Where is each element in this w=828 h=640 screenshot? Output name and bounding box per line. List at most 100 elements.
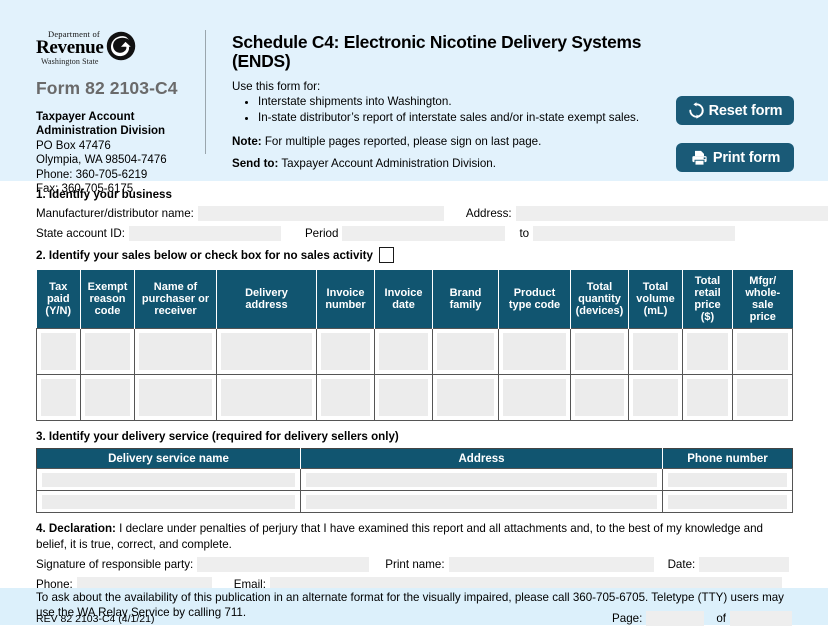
reset-form-button[interactable]: Reset form <box>676 96 794 125</box>
cell-input[interactable] <box>41 379 76 417</box>
cell-input[interactable] <box>575 333 624 371</box>
send-to-text: Taxpayer Account Administration Division… <box>278 156 496 170</box>
cell-input[interactable] <box>503 379 566 417</box>
address-label: Address: <box>465 207 512 220</box>
table-cell[interactable] <box>134 374 217 422</box>
cell-input[interactable] <box>575 379 624 417</box>
table-cell[interactable] <box>682 328 733 376</box>
table-cell[interactable] <box>300 468 663 492</box>
cell-input[interactable] <box>139 379 212 417</box>
cell-input[interactable] <box>42 472 295 487</box>
table-cell[interactable] <box>662 490 793 514</box>
period-label: Period <box>304 227 339 240</box>
table-cell[interactable] <box>682 374 733 422</box>
cell-input[interactable] <box>437 333 494 371</box>
reset-circular-arrow-icon <box>688 102 704 119</box>
delivery-service-table: Delivery service name Address Phone numb… <box>36 448 793 514</box>
table-cell[interactable] <box>432 374 499 422</box>
table-cell[interactable] <box>374 374 433 422</box>
table-cell[interactable] <box>570 374 629 422</box>
manufacturer-address-row: Manufacturer/distributor name: Address: <box>36 206 828 221</box>
table-cell[interactable] <box>36 468 301 492</box>
signature-input[interactable] <box>197 556 370 572</box>
dor-state-line: Washington State <box>40 56 99 66</box>
delivery-service-body <box>36 468 793 514</box>
date-label: Date: <box>667 557 696 571</box>
section-2-heading-row: 2. Identify your sales below or check bo… <box>36 247 792 263</box>
col-name-of-purchaser: Name of purchaser or receiver <box>134 270 217 329</box>
cell-input[interactable] <box>139 333 212 371</box>
table-cell[interactable] <box>732 374 793 422</box>
table-cell[interactable] <box>36 374 81 422</box>
cell-input[interactable] <box>42 494 295 509</box>
table-cell[interactable] <box>662 468 793 492</box>
table-cell[interactable] <box>134 328 217 376</box>
dor-logo-wordmark: Department of Revenue Washington State <box>36 30 104 66</box>
period-to-input[interactable] <box>533 226 736 241</box>
cell-input[interactable] <box>321 379 370 417</box>
cell-input[interactable] <box>668 472 787 487</box>
division-po-box: PO Box 47476 <box>36 139 111 152</box>
table-cell[interactable] <box>36 328 81 376</box>
cell-input[interactable] <box>687 333 728 371</box>
no-sales-activity-checkbox[interactable] <box>378 247 394 263</box>
table-cell[interactable] <box>36 490 301 514</box>
print-name-input[interactable] <box>448 556 654 572</box>
table-cell[interactable] <box>216 328 317 376</box>
table-cell[interactable] <box>732 328 793 376</box>
table-cell[interactable] <box>498 328 571 376</box>
cell-input[interactable] <box>306 472 657 487</box>
form-header-band: Department of Revenue Washington State F… <box>0 0 828 195</box>
reset-form-label: Reset form <box>708 102 783 119</box>
note-text: For multiple pages reported, please sign… <box>261 134 542 148</box>
cell-input[interactable] <box>737 333 788 371</box>
col-brand-family: Brand family <box>432 270 499 329</box>
section-2-heading: 2. Identify your sales below or check bo… <box>36 248 373 262</box>
cell-input[interactable] <box>437 379 494 417</box>
cell-input[interactable] <box>306 494 657 509</box>
table-cell[interactable] <box>432 328 499 376</box>
cell-input[interactable] <box>668 494 787 509</box>
table-cell[interactable] <box>300 490 663 514</box>
cell-input[interactable] <box>85 333 130 371</box>
cell-input[interactable] <box>221 333 312 371</box>
table-cell[interactable] <box>570 328 629 376</box>
cell-input[interactable] <box>379 333 428 371</box>
manufacturer-label: Manufacturer/distributor name: <box>36 207 194 220</box>
cell-input[interactable] <box>41 333 76 371</box>
print-form-button[interactable]: Print form <box>676 143 794 172</box>
cell-input[interactable] <box>379 379 428 417</box>
table-cell[interactable] <box>80 328 135 376</box>
cell-input[interactable] <box>633 379 678 417</box>
table-cell[interactable] <box>316 328 375 376</box>
page-title: Schedule C4: Electronic Nicotine Deliver… <box>232 32 642 72</box>
revision-id: REV 82 2103-C4 (4/1/21) <box>36 612 155 625</box>
table-row <box>36 328 793 376</box>
cell-input[interactable] <box>737 379 788 417</box>
send-to-label: Send to: <box>232 156 279 170</box>
cell-input[interactable] <box>687 379 728 417</box>
table-cell[interactable] <box>628 374 683 422</box>
date-input[interactable] <box>699 556 790 572</box>
table-cell[interactable] <box>498 374 571 422</box>
state-account-input[interactable] <box>128 226 281 241</box>
period-from-input[interactable] <box>342 226 506 241</box>
manufacturer-input[interactable] <box>197 206 444 221</box>
table-cell[interactable] <box>216 374 317 422</box>
page-number-input[interactable] <box>646 611 705 626</box>
cell-input[interactable] <box>85 379 130 417</box>
note-label: Note: <box>232 134 262 148</box>
table-cell[interactable] <box>80 374 135 422</box>
table-cell[interactable] <box>316 374 375 422</box>
cell-input[interactable] <box>321 333 370 371</box>
header-vertical-divider <box>205 30 206 154</box>
cell-input[interactable] <box>503 333 566 371</box>
table-cell[interactable] <box>628 328 683 376</box>
cell-input[interactable] <box>221 379 312 417</box>
cell-input[interactable] <box>633 333 678 371</box>
address-input[interactable] <box>515 206 828 221</box>
dor-swirl-icon <box>106 31 135 61</box>
page-total-input[interactable] <box>730 611 792 626</box>
col-mfgr-wholesale-price: Mfgr/whole-sale price <box>732 270 793 329</box>
table-cell[interactable] <box>374 328 433 376</box>
